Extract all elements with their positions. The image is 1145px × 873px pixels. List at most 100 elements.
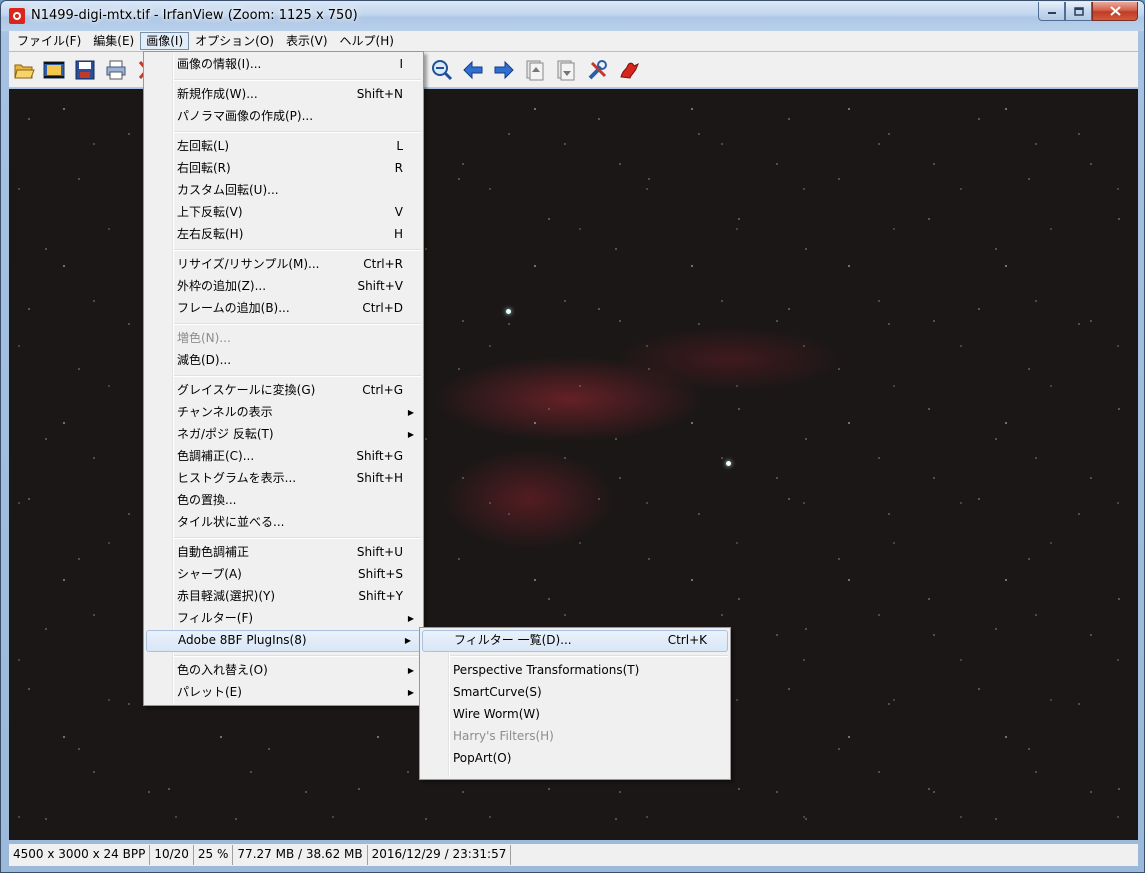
menu-item-wire-worm[interactable]: Wire Worm(W) (420, 704, 730, 726)
bright-star (726, 461, 731, 466)
app-logo-icon[interactable] (9, 8, 25, 24)
maximize-button[interactable] (1065, 2, 1092, 21)
menu-item-tile[interactable]: タイル状に並べる... (144, 512, 423, 534)
bright-star (506, 309, 511, 314)
image-menu-dropdown: 画像の情報(I)... I 新規作成(W)... Shift+N パノラマ画像の作成… (143, 51, 424, 706)
about-button[interactable] (616, 57, 642, 83)
menu-separator (144, 128, 423, 136)
tools-icon (588, 60, 607, 80)
menu-item-smartcurve[interactable]: SmartCurve(S) (420, 682, 730, 704)
shortcut-label: V (394, 205, 403, 219)
app-window: N1499-digi-mtx.tif - IrfanView (Zoom: 11… (0, 0, 1145, 873)
shortcut-label: Ctrl+R (363, 257, 403, 271)
menu-item-auto-adjust[interactable]: 自動色調補正 Shift+U (144, 542, 423, 564)
menu-separator (144, 76, 423, 84)
menu-view[interactable]: 表示(V) (280, 32, 334, 50)
menu-item-label: 新規作成(W)... (177, 87, 258, 101)
menu-item-label: Harry's Filters(H) (453, 729, 554, 743)
shortcut-label: Ctrl+G (362, 383, 403, 397)
menu-item-add-border[interactable]: 外枠の追加(Z)... Shift+V (144, 276, 423, 298)
menu-separator (144, 652, 423, 660)
menu-separator (144, 534, 423, 542)
shortcut-label: L (396, 139, 403, 153)
menu-item-flip-horizontal[interactable]: 左右反転(H) H (144, 224, 423, 246)
menu-item-show-channels[interactable]: チャンネルの表示 ▶ (144, 402, 423, 424)
menu-item-new[interactable]: 新規作成(W)... Shift+N (144, 84, 423, 106)
menu-item-swap-colors[interactable]: 色の入れ替え(O) ▶ (144, 660, 423, 682)
open-button[interactable] (11, 57, 37, 83)
print-icon (106, 60, 126, 80)
menu-item-add-frame[interactable]: フレームの追加(B)... Ctrl+D (144, 298, 423, 320)
tools-button[interactable] (585, 57, 611, 83)
menu-help[interactable]: ヘルプ(H) (334, 32, 400, 50)
first-page-button[interactable] (522, 57, 548, 83)
menu-item-label: Wire Worm(W) (453, 707, 540, 721)
menu-item-label: パレット(E) (177, 685, 242, 699)
slideshow-icon (43, 61, 65, 79)
menu-edit[interactable]: 編集(E) (87, 32, 140, 50)
menu-file[interactable]: ファイル(F) (11, 32, 87, 50)
open-folder-icon (14, 64, 35, 79)
submenu-arrow-icon: ▶ (407, 688, 414, 697)
submenu-arrow-icon: ▶ (407, 614, 414, 623)
status-index: 10/20 (150, 845, 194, 865)
shortcut-label: Shift+Y (358, 589, 403, 603)
menu-item-panorama[interactable]: パノラマ画像の作成(P)... (144, 106, 423, 128)
menu-item-filters[interactable]: フィルター(F) ▶ (144, 608, 423, 630)
shortcut-label: H (393, 227, 403, 241)
menu-item-decrease-colors[interactable]: 減色(D)... (144, 350, 423, 372)
menu-item-red-eye[interactable]: 赤目軽減(選択)(Y) Shift+Y (144, 586, 423, 608)
menu-item-filter-list[interactable]: フィルター 一覧(D)... Ctrl+K (422, 630, 728, 652)
menu-item-grayscale[interactable]: グレイスケールに変換(G) Ctrl+G (144, 380, 423, 402)
menu-item-negative[interactable]: ネガ/ポジ 反転(T) ▶ (144, 424, 423, 446)
menu-options[interactable]: オプション(O) (189, 32, 280, 50)
status-zoom: 25 % (194, 845, 234, 865)
title-bar[interactable]: N1499-digi-mtx.tif - IrfanView (Zoom: 11… (1, 1, 1144, 31)
shortcut-label: I (399, 57, 403, 71)
menu-item-perspective[interactable]: Perspective Transformations(T) (420, 660, 730, 682)
menu-item-label: 左右反転(H) (177, 227, 244, 241)
shortcut-label: Ctrl+D (362, 301, 403, 315)
menu-item-label: 自動色調補正 (177, 545, 250, 559)
last-page-button[interactable] (553, 57, 579, 83)
menu-item-flip-vertical[interactable]: 上下反転(V) V (144, 202, 423, 224)
back-arrow-icon (463, 60, 483, 80)
minimize-button[interactable] (1038, 2, 1065, 21)
save-icon (75, 60, 95, 80)
menu-item-rotate-left[interactable]: 左回転(L) L (144, 136, 423, 158)
menu-item-popart[interactable]: PopArt(O) (420, 748, 730, 770)
menu-item-palette[interactable]: パレット(E) ▶ (144, 682, 423, 704)
menu-item-label: 画像の情報(I)... (177, 57, 262, 71)
menu-item-adobe-plugins[interactable]: Adobe 8BF PlugIns(8) ▶ (146, 630, 421, 652)
menu-item-color-corrections[interactable]: 色調補正(C)... Shift+G (144, 446, 423, 468)
menu-item-image-info[interactable]: 画像の情報(I)... I (144, 54, 423, 76)
shortcut-label: Ctrl+K (667, 633, 707, 647)
previous-button[interactable] (460, 57, 486, 83)
status-memory: 77.27 MB / 38.62 MB (233, 845, 368, 865)
status-datetime: 2016/12/29 / 23:31:57 (368, 845, 512, 865)
menu-image[interactable]: 画像(I) (140, 32, 190, 50)
menu-item-label: 赤目軽減(選択)(Y) (177, 589, 276, 603)
menu-item-label: フレームの追加(B)... (177, 301, 290, 315)
menu-item-rotate-right[interactable]: 右回転(R) R (144, 158, 423, 180)
zoom-out-icon (432, 60, 453, 81)
menu-item-replace-color[interactable]: 色の置換... (144, 490, 423, 512)
menu-bar: ファイル(F) 編集(E) 画像(I) オプション(O) 表示(V) ヘルプ(H… (9, 31, 1138, 51)
menu-item-label: ヒストグラムを表示... (177, 471, 297, 485)
menu-item-resize[interactable]: リサイズ/リサンプル(M)... Ctrl+R (144, 254, 423, 276)
menu-separator (144, 246, 423, 254)
submenu-arrow-icon: ▶ (407, 666, 414, 675)
menu-item-histogram[interactable]: ヒストグラムを表示... Shift+H (144, 468, 423, 490)
zoom-out-button[interactable] (429, 57, 455, 83)
menu-item-custom-rotate[interactable]: カスタム回転(U)... (144, 180, 423, 202)
print-button[interactable] (103, 57, 129, 83)
save-button[interactable] (72, 57, 98, 83)
slideshow-button[interactable] (41, 57, 67, 83)
menu-item-sharpen[interactable]: シャープ(A) Shift+S (144, 564, 423, 586)
menu-item-label: シャープ(A) (177, 567, 242, 581)
forward-arrow-icon (494, 60, 514, 80)
next-button[interactable] (491, 57, 517, 83)
menu-item-label: 色調補正(C)... (177, 449, 255, 463)
menu-item-label: ネガ/ポジ 反転(T) (177, 427, 274, 441)
close-button[interactable] (1092, 2, 1138, 21)
